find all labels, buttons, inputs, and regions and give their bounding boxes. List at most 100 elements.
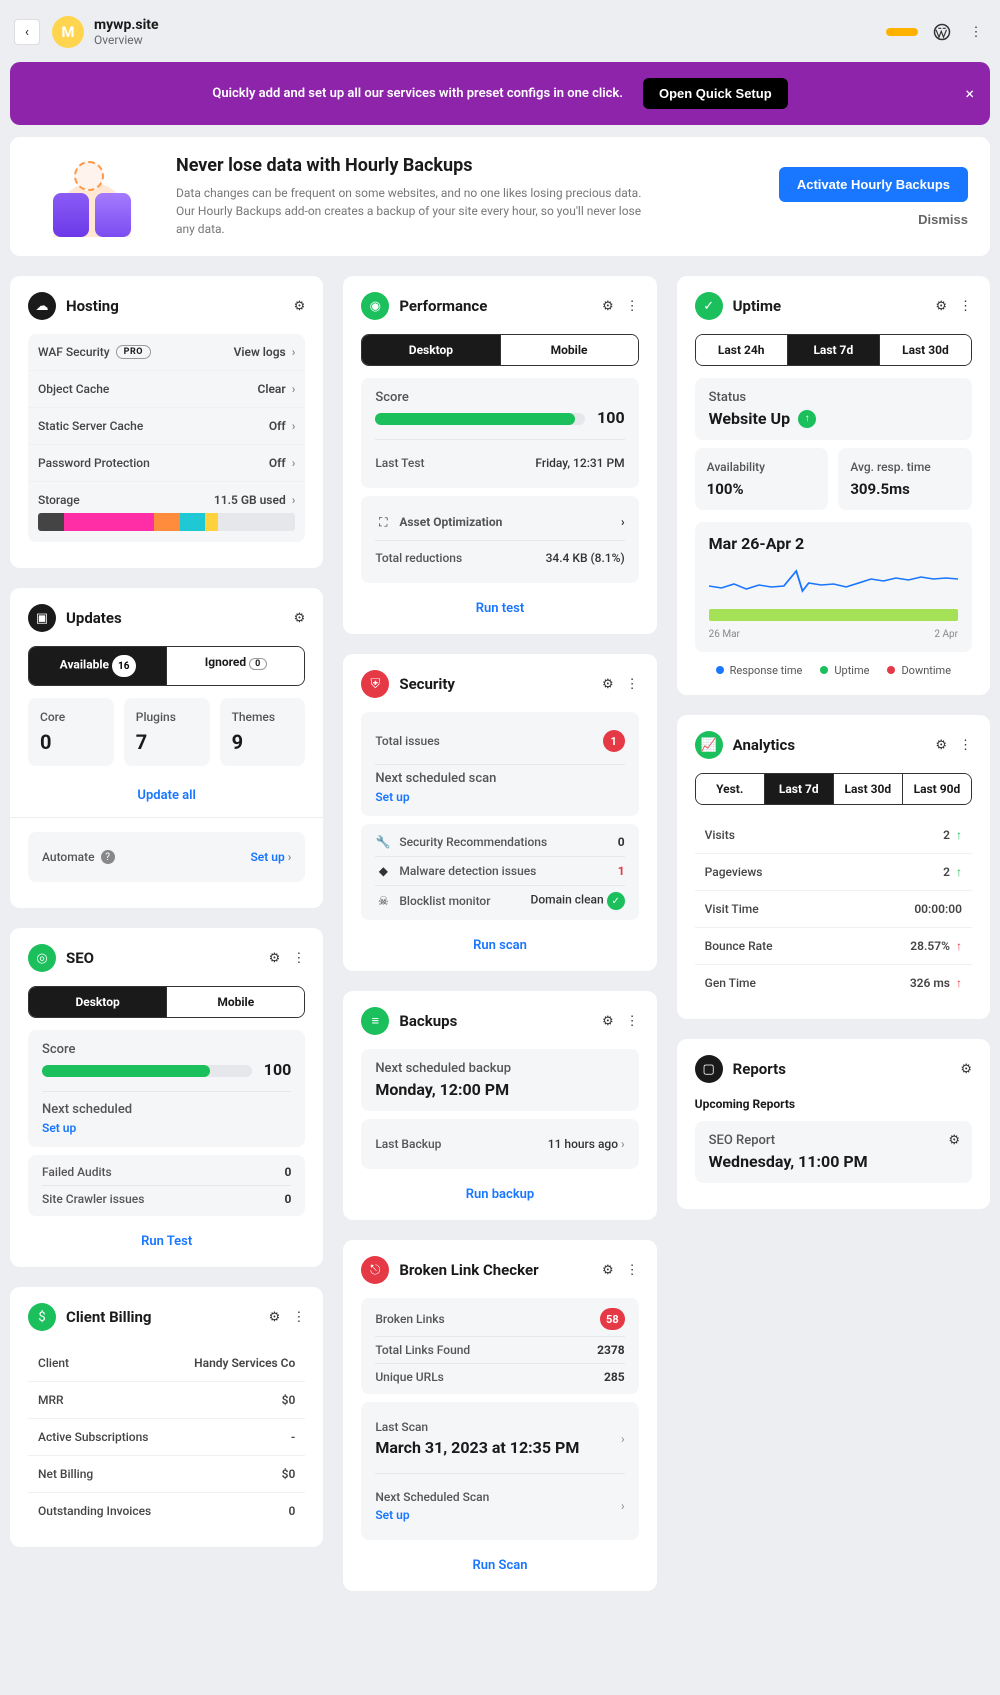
updates-card: ▣ Updates ⚙ Available 16 Ignored 0 Core0… (10, 588, 323, 908)
update-all-link[interactable]: Update all (28, 778, 305, 803)
client-billing-card: $ Client Billing ⚙⋮ ClientHandy Services… (10, 1287, 323, 1547)
automate-setup-link[interactable]: Set up (250, 850, 284, 864)
gear-icon[interactable]: ⚙ (602, 677, 614, 692)
promo-title: Never lose data with Hourly Backups (176, 155, 779, 176)
gear-icon[interactable]: ⚙ (935, 299, 947, 314)
gear-icon[interactable]: ⚙ (602, 1263, 614, 1278)
uptime-card: ✓ Uptime ⚙⋮ Last 24h Last 7d Last 30d St… (677, 276, 990, 695)
check-icon: ✓ (607, 892, 625, 910)
banner-close-icon[interactable]: × (965, 84, 974, 103)
updates-tabs: Available 16 Ignored 0 (28, 646, 305, 686)
more-icon[interactable]: ⋮ (959, 738, 972, 753)
performance-title: Performance (399, 297, 487, 315)
more-icon[interactable]: ⋮ (626, 299, 639, 314)
help-icon[interactable]: ? (101, 850, 115, 864)
hosting-title: Hosting (66, 297, 119, 315)
malware-icon: ◆ (375, 863, 391, 879)
run-backup-link[interactable]: Run backup (361, 1177, 638, 1202)
tab-90d[interactable]: Last 90d (902, 774, 971, 804)
backups-icon: ≡ (361, 1007, 389, 1035)
tab-24h[interactable]: Last 24h (696, 335, 787, 365)
seo-card: ◎ SEO ⚙⋮ Desktop Mobile Score 100 Next s… (10, 928, 323, 1267)
tab-ignored[interactable]: Ignored 0 (166, 647, 304, 685)
waf-row[interactable]: WAF Security PRO View logs › (28, 334, 305, 371)
next-backup-time: Monday, 12:00 PM (375, 1080, 624, 1099)
tab-desktop[interactable]: Desktop (362, 335, 499, 365)
last-scan-row[interactable]: Last Scan March 31, 2023 at 12:35 PM › (375, 1414, 624, 1463)
tab-7d[interactable]: Last 7d (787, 335, 879, 365)
blc-title: Broken Link Checker (399, 1261, 538, 1279)
more-icon[interactable]: ⋮ (292, 1310, 305, 1325)
up-arrow-icon: ↑ (956, 828, 962, 842)
blc-run-scan-link[interactable]: Run Scan (361, 1548, 638, 1573)
gear-icon[interactable]: ⚙ (602, 1014, 614, 1029)
security-setup-link[interactable]: Set up (375, 790, 624, 804)
last-backup-row[interactable]: Last Backup11 hours ago › (375, 1131, 624, 1157)
report-item[interactable]: SEO Report Wednesday, 11:00 PM ⚙ (695, 1121, 972, 1183)
gear-icon[interactable]: ⚙ (602, 299, 614, 314)
storage-row[interactable]: Storage 11.5 GB used › (28, 482, 305, 542)
more-icon[interactable]: ⋮ (959, 299, 972, 314)
security-run-scan-link[interactable]: Run scan (361, 928, 638, 953)
security-issues-count: 1 (603, 730, 625, 752)
site-chip[interactable]: M mywp.site Overview (52, 16, 159, 48)
reports-icon: ▢ (695, 1055, 723, 1083)
reports-card: ▢ Reports ⚙ Upcoming Reports SEO Report … (677, 1039, 990, 1209)
more-icon[interactable]: ⋮ (626, 1263, 639, 1278)
up-arrow-icon: ↑ (956, 976, 962, 990)
more-menu-icon[interactable]: ⋮ (966, 22, 986, 42)
gear-icon[interactable]: ⚙ (935, 738, 947, 753)
tab-yesterday[interactable]: Yest. (696, 774, 764, 804)
dismiss-promo-button[interactable]: Dismiss (918, 212, 968, 227)
gear-icon[interactable]: ⚙ (269, 951, 281, 966)
site-avatar: M (52, 16, 84, 48)
asset-optimization-row[interactable]: ⛶ Asset Optimization › (375, 508, 624, 536)
static-cache-row[interactable]: Static Server Cache Off › (28, 408, 305, 445)
broken-links-count: 58 (600, 1308, 625, 1330)
tab-desktop[interactable]: Desktop (29, 987, 166, 1017)
backups-card: ≡ Backups ⚙⋮ Next scheduled backup Monda… (343, 991, 656, 1220)
blocklist-icon: ☠ (375, 893, 391, 909)
hourly-backups-promo: Never lose data with Hourly Backups Data… (10, 137, 990, 256)
tab-30d[interactable]: Last 30d (879, 335, 971, 365)
gear-icon[interactable]: ⚙ (269, 1310, 281, 1325)
activate-hourly-backups-button[interactable]: Activate Hourly Backups (779, 167, 968, 202)
site-subtitle: Overview (94, 33, 159, 47)
uptime-range: Mar 26-Apr 2 (709, 534, 958, 553)
gear-icon[interactable]: ⚙ (294, 611, 306, 626)
more-icon[interactable]: ⋮ (626, 677, 639, 692)
seo-icon: ◎ (28, 944, 56, 972)
gear-icon[interactable]: ⚙ (948, 1133, 960, 1148)
gear-icon[interactable]: ⚙ (960, 1062, 972, 1077)
password-protection-row[interactable]: Password Protection Off › (28, 445, 305, 482)
blc-setup-link[interactable]: Set up (375, 1508, 624, 1522)
next-scan-row[interactable]: Next Scheduled Scan Set up › (375, 1484, 624, 1528)
gear-icon[interactable]: ⚙ (294, 299, 306, 314)
up-arrow-icon: ↑ (956, 939, 962, 953)
up-arrow-icon: ↑ (956, 865, 962, 879)
seo-run-test-link[interactable]: Run Test (28, 1224, 305, 1249)
seo-setup-link[interactable]: Set up (42, 1121, 291, 1135)
back-button[interactable]: ‹ (14, 19, 40, 45)
open-quick-setup-button[interactable]: Open Quick Setup (643, 78, 788, 109)
perf-run-test-link[interactable]: Run test (361, 591, 638, 616)
tab-30d[interactable]: Last 30d (833, 774, 902, 804)
analytics-icon: 📈 (695, 731, 723, 759)
status-indicator (886, 28, 918, 36)
tab-7d[interactable]: Last 7d (764, 774, 833, 804)
seo-title: SEO (66, 949, 94, 967)
broken-link-checker-card: ⎋ Broken Link Checker ⚙⋮ Broken Links58 … (343, 1240, 656, 1591)
hosting-icon: ☁ (28, 292, 56, 320)
themes-stat: Themes9 (220, 698, 306, 766)
more-icon[interactable]: ⋮ (626, 1014, 639, 1029)
wordpress-icon[interactable] (932, 22, 952, 42)
more-icon[interactable]: ⋮ (292, 951, 305, 966)
banner-text: Quickly add and set up all our services … (212, 86, 623, 101)
tab-mobile[interactable]: Mobile (166, 987, 304, 1017)
tab-mobile[interactable]: Mobile (500, 335, 638, 365)
promo-illustration (32, 157, 152, 237)
uptime-status: Website Up (709, 409, 790, 428)
tab-available[interactable]: Available 16 (29, 647, 166, 685)
object-cache-row[interactable]: Object Cache Clear › (28, 371, 305, 408)
billing-icon: $ (28, 1303, 56, 1331)
